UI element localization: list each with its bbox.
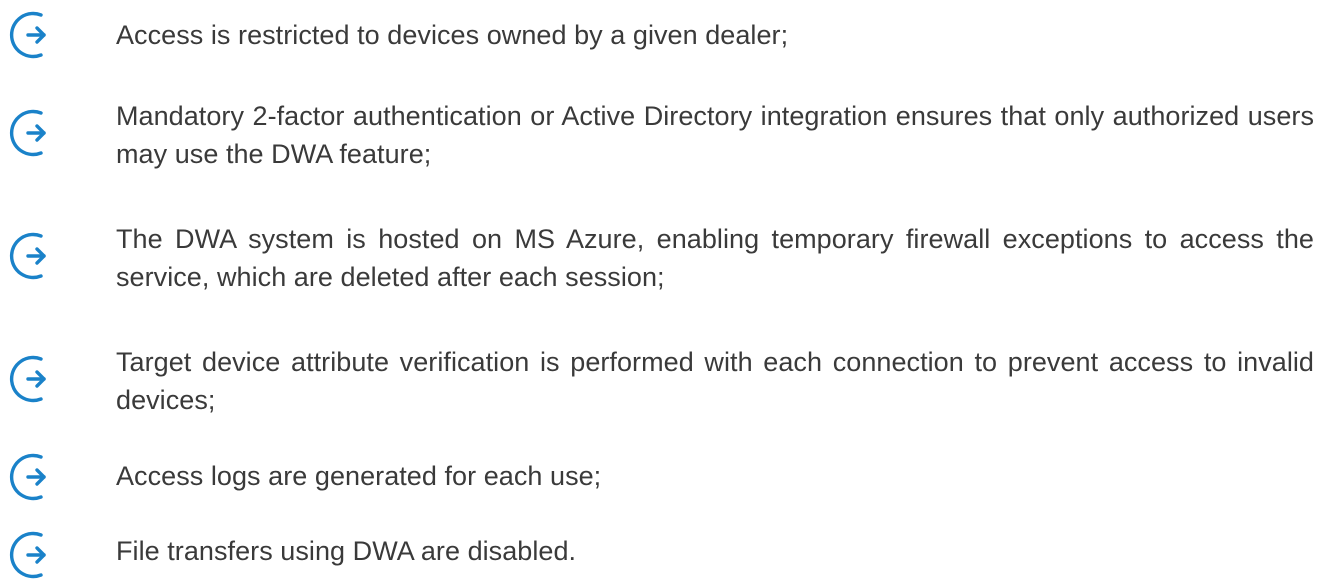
arrow-right-circle-icon [4,104,62,162]
arrow-right-circle-icon [4,227,62,285]
list-item-text: Target device attribute verification is … [116,347,1314,415]
list-item-text: Access is restricted to devices owned by… [116,20,789,50]
arrow-right-circle-icon [4,350,62,408]
list-item-text: Access logs are generated for each use; [116,461,602,491]
list-item-text: File transfers using DWA are disabled. [116,536,577,566]
list-item-text: The DWA system is hosted on MS Azure, en… [116,224,1314,292]
arrow-right-circle-icon [4,526,62,584]
arrow-right-circle-icon [4,6,62,64]
arrow-right-circle-icon [4,448,62,506]
security-features-list: Access is restricted to devices owned by… [0,0,1325,580]
list-item-text: Mandatory 2-factor authentication or Act… [116,101,1314,169]
